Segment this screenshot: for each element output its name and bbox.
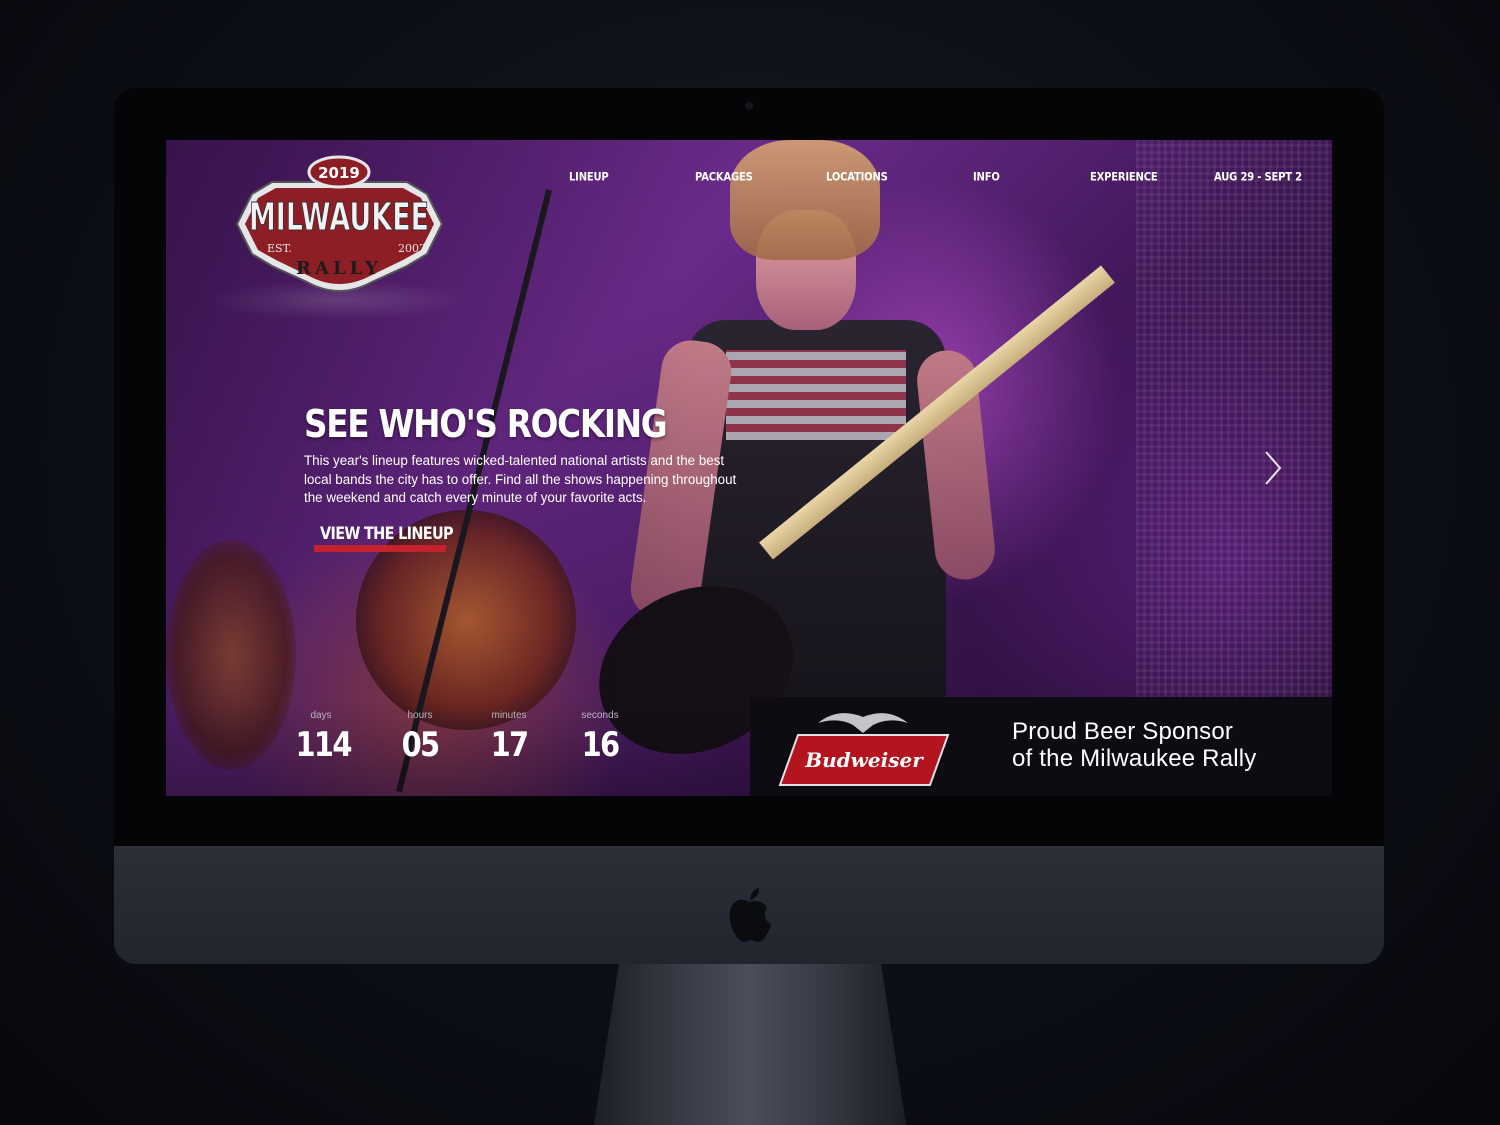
camera-icon <box>745 102 753 110</box>
logo-est: EST. <box>267 242 292 255</box>
sponsor-line1: Proud Beer Sponsor <box>1012 718 1234 745</box>
logo-est-year: 2002 <box>398 242 426 255</box>
nav-event-dates[interactable]: AUG 29 - SEPT 2 <box>1214 171 1302 184</box>
view-lineup-button[interactable]: VIEW THE LINEUP <box>314 524 482 552</box>
nav-locations[interactable]: LOCATIONS <box>826 171 888 184</box>
budweiser-logo: Budweiser <box>778 713 950 786</box>
imac-stand <box>594 964 906 1125</box>
hero-title: SEE WHO'S ROCKING <box>304 402 668 446</box>
hours-value: 05 <box>401 725 441 765</box>
sponsor-banner[interactable]: Budweiser Proud Beer Sponsor of the Milw… <box>750 697 1332 796</box>
countdown-minutes: minutes 17 <box>479 710 539 765</box>
website-screen: 2019 MILWAUKEE EST. 2002 RALLY LINEUP PA… <box>166 140 1332 796</box>
minutes-label: minutes <box>491 710 527 721</box>
apple-logo-icon <box>729 888 771 942</box>
sponsor-brand: Budweiser <box>804 748 924 772</box>
countdown-hours: hours 05 <box>390 710 450 765</box>
countdown-timer: days 114 hours 05 minutes 17 seconds 16 <box>166 700 756 796</box>
days-value: 114 <box>295 725 353 765</box>
nav-packages[interactable]: PACKAGES <box>695 171 753 184</box>
nav-lineup[interactable]: LINEUP <box>569 171 609 184</box>
days-label: days <box>310 710 332 721</box>
chevron-right-icon[interactable] <box>1262 448 1284 488</box>
countdown-seconds: seconds 16 <box>570 710 630 765</box>
sponsor-text: Proud Beer Sponsor of the Milwaukee Rall… <box>1012 718 1257 772</box>
imac-chin <box>114 846 1384 964</box>
hero-description: This year's lineup features wicked-talen… <box>304 453 737 505</box>
hours-label: hours <box>407 710 433 721</box>
imac-display: 2019 MILWAUKEE EST. 2002 RALLY LINEUP PA… <box>114 88 1384 964</box>
cta-underline <box>314 545 446 552</box>
minutes-value: 17 <box>490 725 530 765</box>
nav-info[interactable]: INFO <box>973 171 1000 184</box>
logo-name: MILWAUKEE <box>249 195 429 239</box>
nav-experience[interactable]: EXPERIENCE <box>1090 171 1158 184</box>
sponsor-line2: of the Milwaukee Rally <box>1012 745 1257 772</box>
countdown-days: days 114 <box>291 710 353 765</box>
screen-bezel: 2019 MILWAUKEE EST. 2002 RALLY LINEUP PA… <box>114 88 1384 846</box>
view-lineup-label: VIEW THE LINEUP <box>320 524 454 544</box>
seconds-value: 16 <box>581 725 621 765</box>
main-nav: LINEUP PACKAGES LOCATIONS INFO EXPERIENC… <box>166 171 1332 192</box>
seconds-label: seconds <box>581 710 619 721</box>
logo-rally: RALLY <box>296 258 382 279</box>
